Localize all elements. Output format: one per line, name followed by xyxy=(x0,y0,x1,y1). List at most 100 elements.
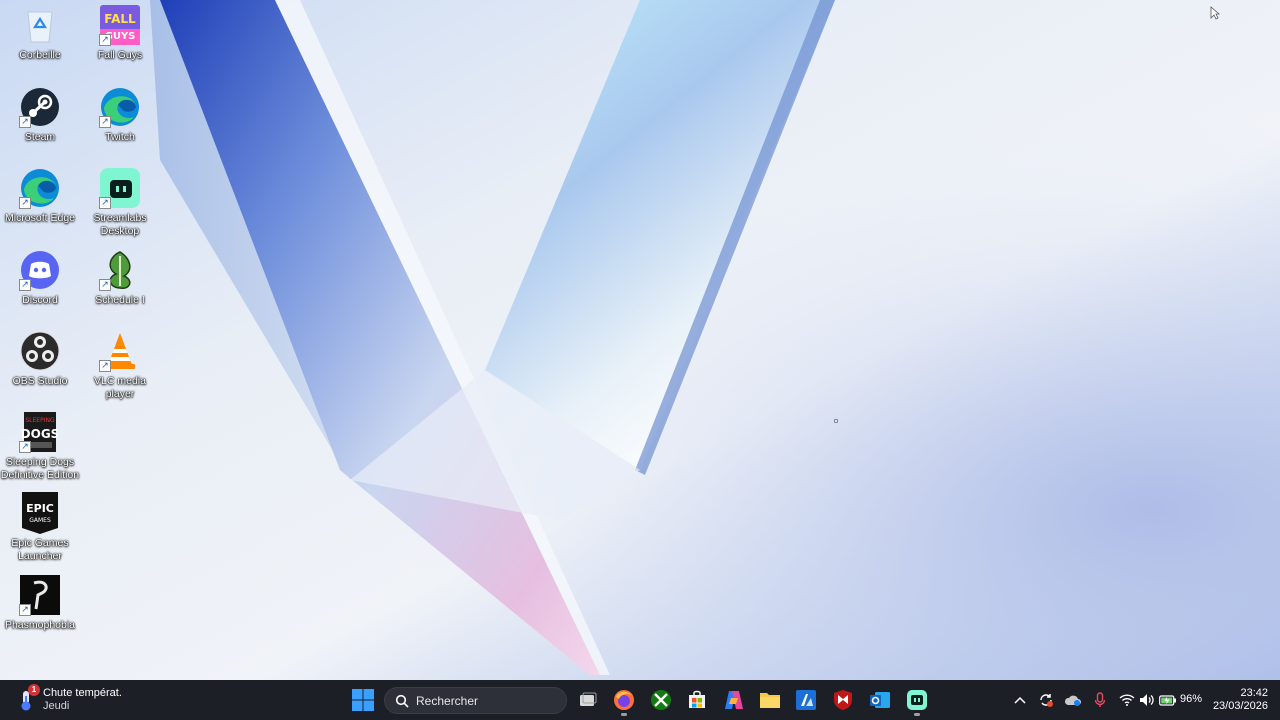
schedule-i-icon: ↗ xyxy=(99,249,141,291)
shortcut-arrow-icon: ↗ xyxy=(99,116,111,128)
start-button[interactable] xyxy=(351,688,375,712)
desktop-icon-label: Discord xyxy=(22,294,58,306)
taskbar-firefox-button[interactable] xyxy=(610,686,638,716)
weather-title: Chute températ. xyxy=(43,687,122,699)
svg-text:DOGS: DOGS xyxy=(22,427,58,441)
sync-icon xyxy=(1040,694,1053,707)
desktop-icon-recycle-bin[interactable]: Corbeille xyxy=(0,4,80,62)
copilot-icon xyxy=(725,691,743,709)
taskbar-file-explorer-button[interactable] xyxy=(756,686,784,714)
desktop-icon-vlc[interactable]: ↗ VLC media player xyxy=(80,330,160,401)
tray-wifi-button[interactable] xyxy=(1117,680,1137,720)
clock-time: 23:42 xyxy=(1240,687,1268,699)
desktop-icon-label: Phasmophobia xyxy=(4,619,76,631)
desktop-icon-label: VLC media player xyxy=(94,375,146,400)
desktop-icon-obs-studio[interactable]: OBS Studio xyxy=(0,330,80,388)
taskbar-outlook-button[interactable] xyxy=(866,686,894,714)
obs-icon xyxy=(19,330,61,372)
desktop-icon-sleeping-dogs[interactable]: SLEEPING DOGS ↗ Sleeping Dogs Definitive… xyxy=(0,411,80,482)
shortcut-arrow-icon: ↗ xyxy=(19,279,31,291)
edge-icon: ↗ xyxy=(19,167,61,209)
shortcut-arrow-icon: ↗ xyxy=(99,197,111,209)
outlook-icon xyxy=(870,692,890,708)
svg-text:EPIC: EPIC xyxy=(26,502,54,515)
running-indicator xyxy=(914,713,920,716)
show-hidden-icons-button[interactable] xyxy=(1011,680,1029,720)
epic-games-icon: EPIC GAMES xyxy=(19,492,61,534)
battery-percent: 96% xyxy=(1180,693,1203,705)
tray-sync-button[interactable] xyxy=(1036,680,1056,720)
desktop-icon-phasmophobia[interactable]: ↗ Phasmophobia xyxy=(0,574,80,632)
streamlabs-icon xyxy=(907,690,927,710)
weather-widget[interactable]: 1 Chute températ. Jeudi xyxy=(14,684,122,715)
taskbar-task-view-button[interactable] xyxy=(574,686,602,714)
desktop-artifact xyxy=(834,419,838,423)
desktop-icon-label: Corbeille xyxy=(19,49,61,61)
edge-icon: ↗ xyxy=(99,86,141,128)
desktop-icon-label: Microsoft Edge xyxy=(4,212,76,224)
tray-microphone-button[interactable] xyxy=(1091,680,1109,720)
tray-volume-button[interactable] xyxy=(1137,680,1157,720)
desktop-icon-epic-games[interactable]: EPIC GAMES Epic Games Launcher xyxy=(0,492,80,563)
phasmophobia-icon: ↗ xyxy=(19,574,61,616)
taskbar-store-button[interactable] xyxy=(683,686,711,714)
firefox-icon xyxy=(614,690,634,710)
desktop-icon-label: Schedule I xyxy=(95,294,145,306)
task-view-icon xyxy=(580,692,597,706)
desktop-icon-discord[interactable]: ↗ Discord xyxy=(0,249,80,307)
shortcut-arrow-icon: ↗ xyxy=(19,116,31,128)
taskbar: 1 Chute températ. Jeudi Rechercher 96% 2… xyxy=(0,680,1280,720)
thermometer-icon: 1 xyxy=(14,684,40,712)
battery-charging-icon xyxy=(1159,695,1176,706)
desktop-icon-streamlabs[interactable]: ↗ Streamlabs Desktop xyxy=(80,167,160,238)
desktop-icon-label: Streamlabs Desktop xyxy=(93,212,147,237)
taskbar-streamlabs-button[interactable] xyxy=(903,686,931,716)
weather-alert-badge: 1 xyxy=(28,684,40,696)
folder-icon xyxy=(760,693,780,708)
steam-icon: ↗ xyxy=(19,86,61,128)
desktop-icon-label: Fall Guys xyxy=(97,49,143,61)
desktop-icon-twitch[interactable]: ↗ Twitch xyxy=(80,86,160,144)
svg-text:SLEEPING: SLEEPING xyxy=(25,417,55,424)
microphone-icon xyxy=(1094,692,1106,707)
desktop-icon-label: Sleeping Dogs Definitive Edition xyxy=(0,456,80,481)
desktop-icon-label: Steam xyxy=(24,131,56,143)
sleeping-dogs-icon: SLEEPING DOGS ↗ xyxy=(19,411,61,453)
shortcut-arrow-icon: ↗ xyxy=(99,360,111,372)
desktop-icon-steam[interactable]: ↗ Steam xyxy=(0,86,80,144)
shortcut-arrow-icon: ↗ xyxy=(19,197,31,209)
wifi-icon xyxy=(1119,694,1135,706)
clock-date: 23/03/2026 xyxy=(1212,700,1268,712)
taskbar-mcafee-button[interactable] xyxy=(829,686,857,714)
taskbar-copilot-button[interactable] xyxy=(720,686,748,714)
shortcut-arrow-icon: ↗ xyxy=(99,279,111,291)
desktop-icon-microsoft-edge[interactable]: ↗ Microsoft Edge xyxy=(0,167,80,225)
desktop-icon-label: Twitch xyxy=(105,131,135,143)
taskbar-azure-button[interactable] xyxy=(792,686,820,714)
desktop-icon-schedule-i[interactable]: ↗ Schedule I xyxy=(80,249,160,307)
mcafee-shield-icon xyxy=(834,690,852,710)
shortcut-arrow-icon: ↗ xyxy=(19,441,31,453)
search-input[interactable]: Rechercher xyxy=(384,687,567,714)
cloud-icon xyxy=(1064,695,1081,706)
running-indicator xyxy=(621,713,627,716)
streamlabs-icon: ↗ xyxy=(99,167,141,209)
chevron-up-icon xyxy=(1014,696,1026,704)
discord-icon: ↗ xyxy=(19,249,61,291)
windows-logo-icon xyxy=(352,689,374,711)
mouse-cursor-icon xyxy=(1210,6,1221,25)
search-icon xyxy=(395,694,409,708)
svg-text:FALL: FALL xyxy=(104,12,136,26)
desktop-icon-fall-guys[interactable]: FALL GUYS ↗ Fall Guys xyxy=(80,4,160,62)
azure-icon xyxy=(796,690,816,710)
desktop-icon-label: OBS Studio xyxy=(12,375,68,387)
xbox-icon xyxy=(651,690,671,710)
tray-onedrive-button[interactable] xyxy=(1063,680,1083,720)
weather-subtitle: Jeudi xyxy=(43,700,70,712)
taskbar-xbox-button[interactable] xyxy=(647,686,675,714)
clock-button[interactable]: 23:42 23/03/2026 xyxy=(1208,687,1268,713)
shortcut-arrow-icon: ↗ xyxy=(99,34,111,46)
shortcut-arrow-icon: ↗ xyxy=(19,604,31,616)
microsoft-store-icon xyxy=(689,690,705,708)
tray-battery-button[interactable] xyxy=(1158,680,1178,720)
